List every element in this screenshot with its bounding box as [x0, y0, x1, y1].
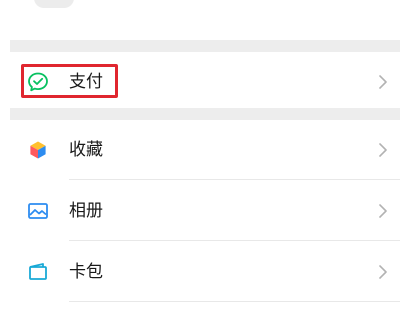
menu-item-favorites[interactable]: 收藏	[10, 120, 400, 180]
profile-avatar-edge	[34, 0, 74, 8]
chevron-right-icon	[379, 75, 387, 89]
row-divider	[69, 179, 400, 180]
album-photo-icon	[28, 203, 48, 219]
section-separator	[10, 108, 400, 120]
chevron-right-icon	[379, 265, 387, 279]
row-divider	[69, 301, 400, 302]
section-separator	[10, 40, 400, 52]
chevron-right-icon	[379, 204, 387, 218]
menu-item-label: 相册	[69, 201, 103, 221]
menu-item-label: 卡包	[69, 262, 103, 282]
highlight-box	[21, 64, 118, 98]
favorites-cube-icon	[29, 140, 47, 160]
menu-item-album[interactable]: 相册	[10, 181, 400, 241]
menu-item-cards[interactable]: 卡包	[10, 242, 400, 302]
menu-item-label: 收藏	[69, 140, 103, 160]
card-wallet-icon	[29, 263, 47, 280]
row-divider	[69, 240, 400, 241]
chevron-right-icon	[379, 143, 387, 157]
